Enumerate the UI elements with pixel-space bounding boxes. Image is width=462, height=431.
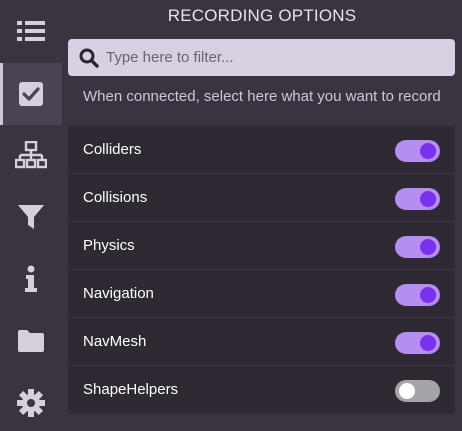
option-label: Navigation (83, 285, 154, 302)
option-label: ShapeHelpers (83, 381, 179, 398)
search-input[interactable] (106, 39, 446, 76)
list-item: Navigation (68, 270, 455, 318)
gear-icon (17, 389, 45, 417)
sidebar-item-list[interactable] (0, 0, 62, 62)
toggle-knob (420, 143, 436, 159)
list-item: ShapeHelpers (68, 366, 455, 414)
sidebar-item-filter[interactable] (0, 186, 62, 248)
toggle-colliders[interactable] (395, 140, 440, 162)
page-title: RECORDING OPTIONS (167, 6, 357, 25)
sidebar-item-settings[interactable] (0, 372, 62, 431)
option-label: Physics (83, 237, 135, 254)
app-window: RECORDING OPTIONS When connected, select… (0, 0, 462, 431)
folder-icon (17, 329, 45, 353)
option-label: Collisions (83, 189, 148, 206)
options-list: Colliders Collisions Physics Navigation … (68, 126, 455, 414)
main-panel: RECORDING OPTIONS When connected, select… (62, 0, 462, 431)
search-bar[interactable] (68, 39, 455, 76)
list-item: Physics (68, 222, 455, 270)
toggle-knob (420, 191, 436, 207)
list-item: NavMesh (68, 318, 455, 366)
option-label: Colliders (83, 141, 142, 158)
toggle-knob (420, 287, 436, 303)
list-item: Collisions (68, 174, 455, 222)
search-icon (79, 48, 99, 73)
filter-icon (17, 203, 45, 231)
toggle-knob (420, 239, 436, 255)
toggle-navmesh[interactable] (395, 332, 440, 354)
toggle-knob (399, 383, 415, 399)
toggle-navigation[interactable] (395, 284, 440, 306)
info-icon (24, 265, 38, 293)
hint-text: When connected, select here what you wan… (83, 88, 441, 105)
list-icon (17, 19, 45, 43)
sidebar-item-folder[interactable] (0, 310, 62, 372)
list-item: Colliders (68, 126, 455, 174)
toggle-collisions[interactable] (395, 188, 440, 210)
checkbox-icon (18, 81, 44, 107)
sidebar-item-recording[interactable] (0, 63, 62, 125)
network-icon (15, 141, 47, 169)
toggle-shapehelpers[interactable] (395, 380, 440, 402)
toggle-knob (420, 335, 436, 351)
sidebar-item-network[interactable] (0, 124, 62, 186)
sidebar-item-info[interactable] (0, 248, 62, 310)
sidebar (0, 0, 62, 431)
option-label: NavMesh (83, 333, 147, 350)
toggle-physics[interactable] (395, 236, 440, 258)
